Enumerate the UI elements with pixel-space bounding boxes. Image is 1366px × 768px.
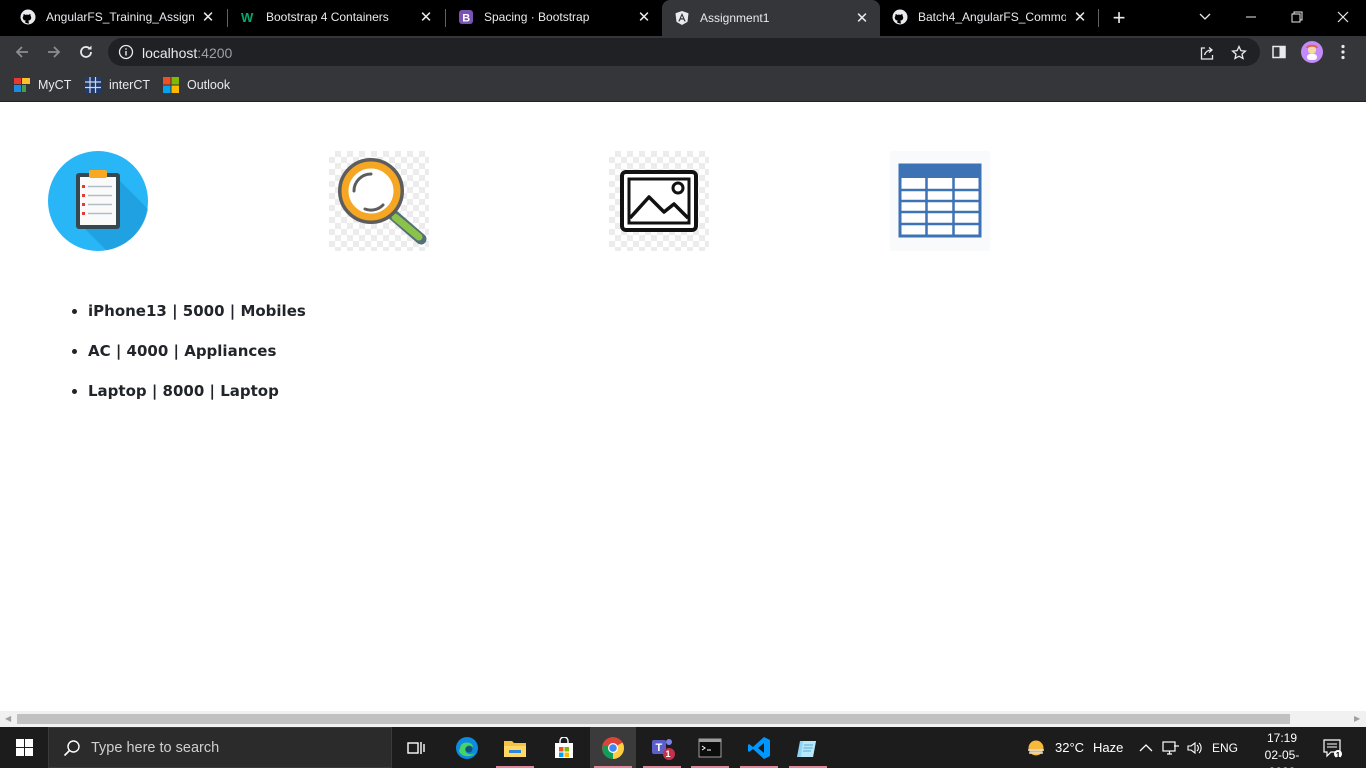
tab-spacing-bootstrap[interactable]: B Spacing · Bootstrap ✕ [446,0,662,34]
outlook-icon [163,77,179,93]
weather-temperature: 32°C [1055,740,1085,755]
bookmark-outlook[interactable]: Outlook [163,75,230,95]
bookmark-myct[interactable]: MyCT [14,75,71,95]
volume-icon[interactable] [1186,727,1204,768]
tab-search-chevron-icon[interactable] [1182,0,1228,34]
taskbar-clock[interactable]: 17:19 02-05-2022 [1254,730,1310,768]
language-indicator[interactable]: ENG [1212,727,1238,768]
weather-widget[interactable]: 32°C Haze [1026,727,1123,768]
bookmark-label: Outlook [187,78,231,92]
bootstrap-icon: B [458,9,474,25]
back-arrow-icon[interactable] [8,38,36,66]
edge-browser-icon[interactable] [444,727,490,768]
search-icon [63,739,81,757]
tab-separator [1098,9,1099,27]
close-tab-icon[interactable]: ✕ [200,9,216,26]
scroll-right-arrow-icon[interactable]: ▶ [1354,715,1362,723]
browser-toolbar: localhost:4200 [0,36,1366,68]
file-explorer-icon[interactable] [492,727,538,768]
close-tab-icon[interactable]: ✕ [636,9,652,26]
site-info-icon[interactable] [118,44,134,60]
windows-start-icon[interactable] [0,727,48,768]
scroll-left-arrow-icon[interactable]: ◀ [5,715,13,723]
list-item: Laptop | 8000 | Laptop [88,381,306,401]
angular-icon [674,10,690,26]
svg-text:B: B [462,12,470,24]
tab-title: Bootstrap 4 Containers [266,10,389,24]
terminal-icon[interactable] [687,727,733,768]
list-item: AC | 4000 | Appliances [88,341,306,361]
windows-taskbar: Type here to search T 1 32°C Haze ENG 17… [0,727,1366,768]
chrome-icon[interactable] [590,727,636,768]
minimize-window-icon[interactable] [1228,0,1274,34]
github-icon [20,9,36,25]
bookmark-interct[interactable]: interCT [85,75,150,95]
tab-angularfs-training[interactable]: AngularFS_Training_Assignm ✕ [8,0,226,34]
tab-batch4-angularfs[interactable]: Batch4_AngularFS_CommonI ✕ [880,0,1098,34]
bookmark-label: interCT [109,78,150,92]
vscode-icon[interactable] [736,727,782,768]
network-icon[interactable] [1162,727,1180,768]
interct-icon [85,77,101,93]
close-tab-icon[interactable]: ✕ [1072,9,1088,26]
tab-title: Batch4_AngularFS_CommonI [918,10,1066,24]
bookmarks-bar: MyCT interCT Outlook [0,68,1366,102]
table-icon [890,151,990,251]
teams-icon[interactable]: T 1 [639,727,685,768]
tab-title: Spacing · Bootstrap [484,10,590,24]
bookmark-label: MyCT [38,78,72,92]
clock-time: 17:19 [1266,731,1298,745]
image-icon [609,151,709,251]
close-tab-icon[interactable]: ✕ [418,9,434,26]
clock-date: 02-05-2022 [1264,748,1300,768]
new-tab-button[interactable]: + [1106,5,1132,31]
myct-icon [14,78,30,92]
weather-condition: Haze [1093,740,1124,755]
github-icon [892,9,908,25]
search-placeholder: Type here to search [91,739,220,756]
url-host: localhost [142,45,198,61]
page-viewport: iPhone13 | 5000 | Mobiles AC | 4000 | Ap… [0,103,1366,711]
restore-window-icon[interactable] [1274,0,1320,34]
list-item: iPhone13 | 5000 | Mobiles [88,301,306,321]
svg-text:W: W [241,10,254,25]
profile-avatar[interactable] [1300,40,1324,64]
horizontal-scrollbar[interactable]: ◀ ▶ [0,711,1366,727]
task-view-icon[interactable] [393,727,439,768]
close-window-icon[interactable] [1320,0,1366,34]
notepad-app-icon[interactable] [785,727,831,768]
show-hidden-icons-chevron-icon[interactable] [1139,727,1153,768]
url-port: :4200 [197,45,233,61]
menu-kebab-icon[interactable] [1331,40,1355,64]
share-icon[interactable] [1198,44,1216,62]
microsoft-store-icon[interactable] [541,727,587,768]
clipboard-icon [48,151,148,251]
bookmark-star-icon[interactable] [1230,44,1248,62]
w3schools-icon: W [240,9,256,25]
product-list: iPhone13 | 5000 | Mobiles AC | 4000 | Ap… [88,301,306,421]
tab-title: AngularFS_Training_Assignm [46,10,194,24]
forward-arrow-icon[interactable] [40,38,68,66]
reload-icon[interactable] [72,38,100,66]
browser-tab-strip: AngularFS_Training_Assignm ✕ W Bootstrap… [0,0,1366,36]
notifications-icon[interactable]: 1 [1322,727,1342,768]
close-tab-icon[interactable]: ✕ [854,10,870,27]
scrollbar-thumb[interactable] [17,714,1290,724]
notification-count: 1 [1335,751,1341,760]
weather-haze-icon [1028,740,1044,755]
url-text[interactable]: localhost:4200 [142,45,232,61]
tab-assignment1[interactable]: Assignment1 ✕ [662,0,880,36]
taskbar-search-box[interactable]: Type here to search [48,727,392,768]
tab-bootstrap-containers[interactable]: W Bootstrap 4 Containers ✕ [228,0,444,34]
magnifier-icon [329,151,429,251]
address-bar[interactable]: localhost:4200 [108,38,1260,66]
teams-badge: 1 [665,749,671,759]
side-panel-icon[interactable] [1267,40,1291,64]
tab-title: Assignment1 [700,11,770,25]
